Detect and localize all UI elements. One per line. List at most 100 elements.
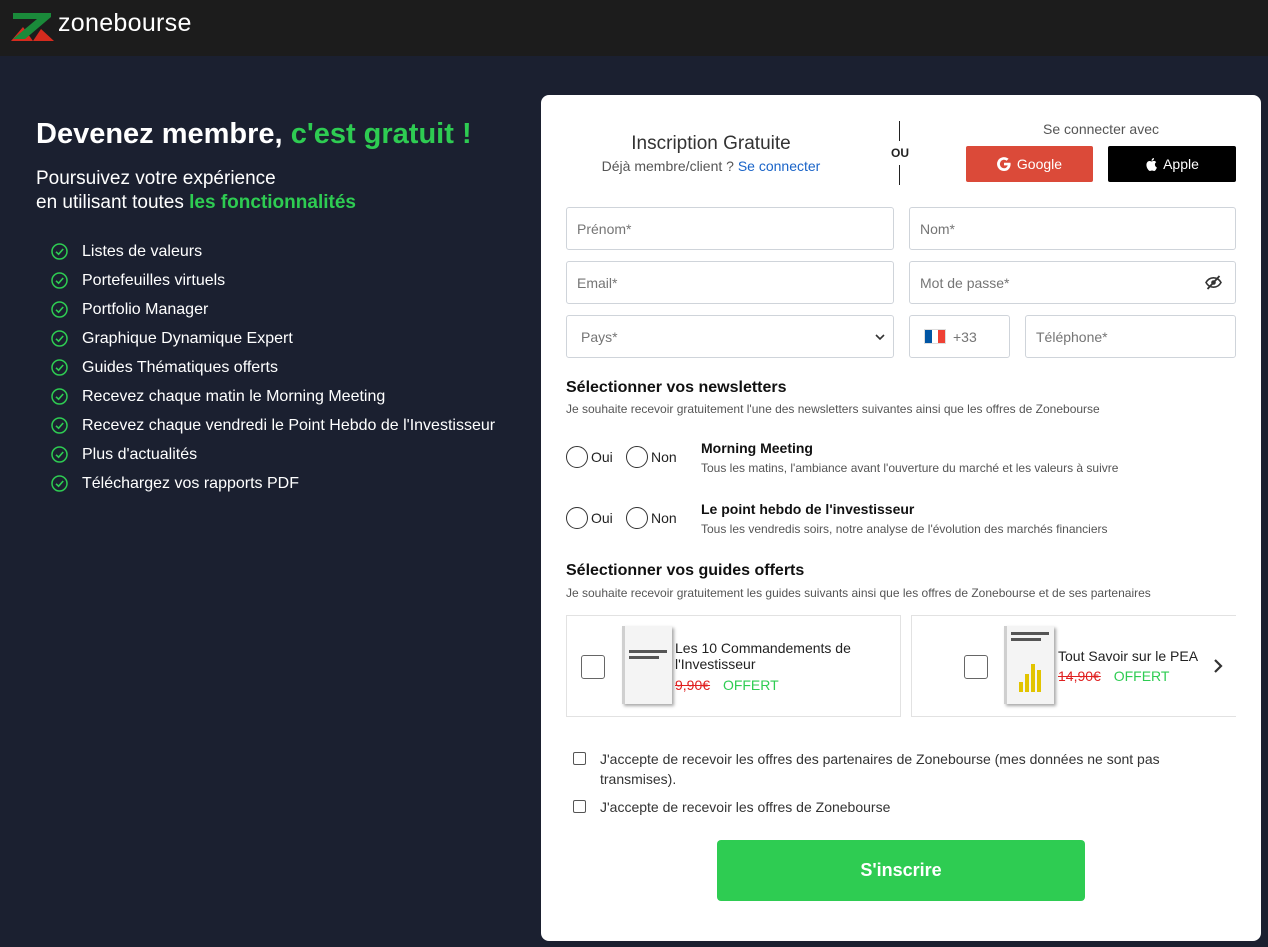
hebdo-yes-radio[interactable]: Oui <box>566 507 613 529</box>
hero-section: Devenez membre, c'est gratuit ! Poursuiv… <box>36 115 516 498</box>
signup-header: Inscription Gratuite Déjà membre/client … <box>566 133 856 174</box>
google-icon <box>996 157 1011 171</box>
logo-text: zonebourse <box>58 9 192 37</box>
chevron-down-icon <box>875 334 885 341</box>
check-circle-icon <box>51 243 68 260</box>
divider-top <box>899 121 900 141</box>
eye-slash-icon[interactable] <box>1205 275 1222 290</box>
subline-2-accent: les fonctionnalités <box>189 192 356 213</box>
logo-mark-icon <box>11 12 54 41</box>
consent-partners-text: J'accepte de recevoir les offres des par… <box>600 751 1160 787</box>
country-placeholder: Pays* <box>581 328 618 345</box>
guide-title-line2: l'Investisseur <box>675 656 756 672</box>
hero-headline: Devenez membre, c'est gratuit ! <box>36 115 516 153</box>
morning-yes-radio[interactable]: Oui <box>566 446 613 468</box>
newsletter-desc: Tous les vendredis soirs, notre analyse … <box>701 522 1108 536</box>
guide-cover-image <box>622 626 672 704</box>
top-bar: zonebourse <box>0 0 1268 56</box>
headline-main: Devenez membre, <box>36 118 283 150</box>
consent-partners-checkbox[interactable] <box>573 752 586 765</box>
check-circle-icon <box>51 446 68 463</box>
check-circle-icon <box>51 272 68 289</box>
guide-card[interactable]: Tout Savoir sur le PEA 14,90€ OFFERT <box>911 615 1236 717</box>
radio-label: Non <box>651 449 677 465</box>
newsletter-row-hebdo: Oui Non Le point hebdo de l'investisseur… <box>566 501 1246 545</box>
country-select[interactable]: Pays* <box>566 315 894 358</box>
feature-item: Recevez chaque matin le Morning Meeting <box>51 382 516 411</box>
feature-item: Listes de valeurs <box>51 237 516 266</box>
feature-label: Listes de valeurs <box>82 242 203 260</box>
connect-with-label: Se connecter avec <box>1043 121 1159 137</box>
guide-old-price: 9,90€ <box>675 677 711 693</box>
radio-label: Non <box>651 510 677 526</box>
apple-icon <box>1146 158 1157 171</box>
apple-login-button[interactable]: Apple <box>1108 146 1236 182</box>
feature-label: Téléchargez vos rapports PDF <box>82 474 299 492</box>
guide-free-label: OFFERT <box>1113 668 1170 684</box>
check-circle-icon <box>51 330 68 347</box>
guide-checkbox[interactable] <box>581 655 605 679</box>
feature-item: Portefeuilles virtuels <box>51 266 516 295</box>
guides-carousel: Les 10 Commandements de l'Investisseur 9… <box>566 615 1236 718</box>
guide-old-price: 14,90€ <box>1058 668 1101 684</box>
subline-2-prefix: en utilisant toutes <box>36 192 184 213</box>
signup-submit-button[interactable]: S'inscrire <box>717 840 1085 901</box>
guides-subtitle: Je souhaite recevoir gratuitement les gu… <box>566 586 1151 600</box>
consent-zonebourse-checkbox[interactable] <box>573 800 586 813</box>
check-circle-icon <box>51 359 68 376</box>
password-field[interactable]: Mot de passe* <box>909 261 1236 304</box>
feature-label: Portfolio Manager <box>82 300 209 318</box>
email-placeholder: Email* <box>577 274 618 291</box>
newsletter-name: Le point hebdo de l'investisseur <box>701 501 915 517</box>
newsletter-desc: Tous les matins, l'ambiance avant l'ouve… <box>701 461 1119 475</box>
last-name-placeholder: Nom* <box>920 220 956 237</box>
password-placeholder: Mot de passe* <box>920 274 1010 291</box>
newsletter-name: Morning Meeting <box>701 440 813 456</box>
consent-zonebourse-text: J'accepte de recevoir les offres de Zone… <box>600 799 891 815</box>
guide-price: 9,90€ OFFERT <box>675 677 779 693</box>
check-circle-icon <box>51 475 68 492</box>
last-name-field[interactable]: Nom* <box>909 207 1236 250</box>
feature-label: Portefeuilles virtuels <box>82 271 226 289</box>
or-label: OU <box>891 146 909 160</box>
radio-circle <box>626 507 648 529</box>
divider-bottom <box>899 165 900 185</box>
check-circle-icon <box>51 301 68 318</box>
newsletters-subtitle: Je souhaite recevoir gratuitement l'une … <box>566 402 1100 416</box>
phone-prefix[interactable]: +33 <box>909 315 1010 358</box>
newsletters-title: Sélectionner vos newsletters <box>566 379 787 396</box>
feature-item: Plus d'actualités <box>51 440 516 469</box>
morning-no-radio[interactable]: Non <box>626 446 677 468</box>
phone-prefix-value: +33 <box>953 328 977 345</box>
signup-title: Inscription Gratuite <box>631 133 791 154</box>
guide-cover-image <box>1004 626 1054 704</box>
hebdo-no-radio[interactable]: Non <box>626 507 677 529</box>
phone-field[interactable]: Téléphone* <box>1025 315 1236 358</box>
radio-circle <box>566 507 588 529</box>
chevron-right-icon[interactable] <box>1213 658 1223 674</box>
guide-title: Les 10 Commandements de l'Investisseur <box>675 640 851 672</box>
radio-circle <box>566 446 588 468</box>
email-field[interactable]: Email* <box>566 261 894 304</box>
headline-accent: c'est gratuit ! <box>290 118 472 150</box>
consent-partners[interactable]: J'accepte de recevoir les offres des par… <box>573 749 1173 789</box>
feature-item: Téléchargez vos rapports PDF <box>51 469 516 498</box>
login-link[interactable]: Se connecter <box>738 158 821 174</box>
guide-card[interactable]: Les 10 Commandements de l'Investisseur 9… <box>566 615 901 717</box>
zonebourse-logo[interactable]: zonebourse <box>11 9 192 41</box>
guide-checkbox[interactable] <box>964 655 988 679</box>
apple-label: Apple <box>1163 156 1199 172</box>
consent-zonebourse[interactable]: J'accepte de recevoir les offres de Zone… <box>573 797 1173 817</box>
first-name-field[interactable]: Prénom* <box>566 207 894 250</box>
guide-title: Tout Savoir sur le PEA <box>1058 648 1199 664</box>
first-name-placeholder: Prénom* <box>577 220 632 237</box>
signup-card: Inscription Gratuite Déjà membre/client … <box>541 95 1261 941</box>
check-circle-icon <box>51 388 68 405</box>
feature-label: Recevez chaque matin le Morning Meeting <box>82 387 386 405</box>
google-label: Google <box>1016 156 1063 172</box>
feature-label: Graphique Dynamique Expert <box>82 329 293 347</box>
feature-item: Guides Thématiques offerts <box>51 353 516 382</box>
feature-label: Guides Thématiques offerts <box>82 358 278 376</box>
subline-1: Poursuivez votre expérience <box>36 168 276 189</box>
google-login-button[interactable]: Google <box>966 146 1093 182</box>
